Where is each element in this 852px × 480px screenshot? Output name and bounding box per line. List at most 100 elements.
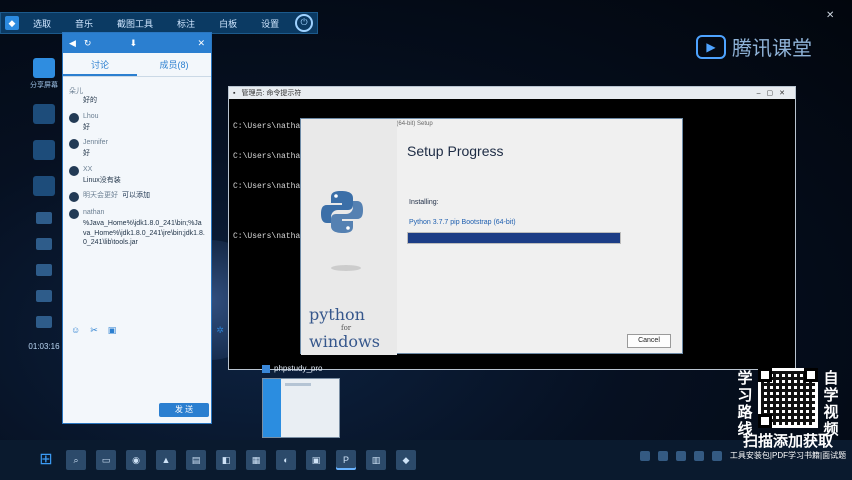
edge-icon[interactable]: ◉ bbox=[126, 450, 146, 470]
phpstudy-preview[interactable] bbox=[262, 378, 340, 438]
message-author: Jennifer bbox=[83, 139, 108, 147]
brand-name: 腾讯课堂 bbox=[732, 38, 812, 60]
promo-subtitle: 工具安装包|PDF学习书籍|面试题 bbox=[724, 450, 852, 461]
toolbar-annotate[interactable]: 标注 bbox=[167, 17, 205, 30]
chat-titlebar: ◀ ↻ ⬇ ✕ bbox=[63, 33, 211, 53]
toolbar-select[interactable]: 选取 bbox=[23, 17, 61, 30]
image-icon[interactable]: ▣ bbox=[108, 325, 117, 336]
scissors-icon[interactable]: ✂ bbox=[90, 325, 98, 336]
rail-button-3[interactable] bbox=[29, 140, 59, 162]
rail-button-2[interactable] bbox=[29, 104, 59, 126]
chat-message: 朵儿 bbox=[69, 87, 205, 96]
video-icon bbox=[33, 176, 55, 196]
message-text: 好 bbox=[83, 123, 90, 131]
cancel-button[interactable]: Cancel bbox=[627, 334, 671, 348]
power-icon[interactable]: ⏻ bbox=[295, 14, 313, 32]
share-screen-button[interactable]: 分享屏幕 bbox=[29, 58, 59, 90]
rail-button-4[interactable] bbox=[29, 176, 59, 198]
send-button[interactable]: 发 送 bbox=[159, 403, 209, 417]
promo-banner: 学习路线 自学视频 扫描添加获取 工具安装包|PDF学习书籍|面试题 bbox=[724, 362, 852, 468]
message-author: 明天会更好 bbox=[83, 192, 118, 200]
chat-messages: 朵儿 好的 Lhou 好 Jennifer 好 XX Linux没有装 明天会更… bbox=[63, 77, 211, 252]
app-icon-6[interactable]: ▣ bbox=[306, 450, 326, 470]
toolbar-music[interactable]: 音乐 bbox=[65, 17, 103, 30]
message-author: 朵儿 bbox=[69, 88, 83, 95]
tencent-classroom-logo: ▶ 腾讯课堂 bbox=[696, 32, 812, 61]
grid-icon[interactable] bbox=[36, 264, 52, 276]
python-for-windows-logo: python for windows bbox=[309, 305, 380, 351]
chat-tabs: 讨论 成员(8) bbox=[63, 53, 211, 77]
setup-detail: Python 3.7.7 pip Bootstrap (64-bit) bbox=[409, 219, 516, 226]
avatar bbox=[69, 139, 79, 150]
avatar bbox=[69, 165, 79, 176]
python-logo-icon bbox=[321, 191, 363, 233]
mic-icon[interactable] bbox=[36, 212, 52, 224]
phpstudy-taskbar-icon[interactable]: P bbox=[336, 450, 356, 470]
message-author: XX bbox=[83, 165, 93, 173]
toolbar-whiteboard[interactable]: 白板 bbox=[209, 17, 247, 30]
back-icon[interactable]: ◀ bbox=[69, 38, 76, 49]
avatar bbox=[69, 112, 79, 123]
share-screen-icon bbox=[33, 58, 55, 78]
app-icon-5[interactable]: ◐ bbox=[276, 450, 296, 470]
message-text: 好 bbox=[83, 150, 90, 158]
preview-label: phpstudy_pro bbox=[274, 364, 323, 373]
message-text: %Java_Home%\jdk1.8.0_241\bin;%Java_Home%… bbox=[83, 220, 205, 247]
windows-start-icon[interactable]: ⊞ bbox=[36, 450, 56, 470]
toolbar-screenshot[interactable]: 截图工具 bbox=[107, 17, 163, 30]
chat-message: Jennifer bbox=[69, 138, 205, 150]
chat-message: Lhou bbox=[69, 112, 205, 123]
toolbar-settings[interactable]: 设置 bbox=[251, 17, 289, 30]
phpstudy-icon bbox=[262, 365, 270, 373]
message-text: Linux没有装 bbox=[83, 176, 121, 184]
tab-members[interactable]: 成员(8) bbox=[137, 53, 211, 76]
share-screen-label: 分享屏幕 bbox=[30, 82, 58, 89]
taskview-icon[interactable]: ▭ bbox=[96, 450, 116, 470]
refresh-icon[interactable]: ↻ bbox=[84, 38, 92, 49]
class-timer: 01:03:16 bbox=[28, 342, 60, 351]
python-taskbar-icon[interactable]: ◆ bbox=[396, 450, 416, 470]
message-author: nathan bbox=[83, 209, 105, 217]
layout-icon[interactable] bbox=[36, 290, 52, 302]
chat-message: XX bbox=[69, 165, 205, 176]
setup-status: Installing: bbox=[409, 199, 439, 206]
setup-heading: Setup Progress bbox=[407, 143, 504, 159]
tray-icon[interactable] bbox=[640, 451, 650, 461]
store-icon[interactable]: ▥ bbox=[366, 450, 386, 470]
app-icon-3[interactable]: ◧ bbox=[216, 450, 236, 470]
chat-message: 明天会更好 可以添加 bbox=[69, 191, 205, 203]
app-icon-4[interactable]: ▦ bbox=[246, 450, 266, 470]
window-controls[interactable]: –▢✕ bbox=[757, 89, 791, 97]
classroom-toolbar: ◆ 选取 音乐 截图工具 标注 白板 设置 ⏻ bbox=[0, 12, 318, 34]
settings-icon[interactable]: ✲ bbox=[216, 325, 224, 336]
overlay-close-icon[interactable]: ✕ bbox=[826, 10, 834, 21]
app-icon-2[interactable]: ▤ bbox=[186, 450, 206, 470]
search-icon[interactable]: ⌕ bbox=[66, 450, 86, 470]
pin-icon[interactable]: ⬇ bbox=[129, 38, 137, 49]
tray-icon[interactable] bbox=[694, 451, 704, 461]
cmd-titlebar: ▪ 管理员: 命令提示符 –▢✕ bbox=[229, 87, 795, 99]
tray-icon[interactable] bbox=[658, 451, 668, 461]
left-rail: 分享屏幕 01:03:16 bbox=[26, 50, 62, 420]
logo-shadow bbox=[331, 265, 361, 271]
python-setup-window: python for windows Python 3.7.7 (64-bit)… bbox=[300, 118, 683, 355]
app-icon-1[interactable]: ▲ bbox=[156, 450, 176, 470]
progress-fill bbox=[408, 233, 620, 243]
message-author: Lhou bbox=[83, 112, 99, 120]
cmd-icon: ▪ bbox=[233, 89, 236, 97]
tray-icon[interactable] bbox=[712, 451, 722, 461]
emoji-icon[interactable]: ☺ bbox=[71, 325, 80, 336]
close-icon[interactable]: ✕ bbox=[197, 38, 205, 49]
tray-icon[interactable] bbox=[676, 451, 686, 461]
avatar bbox=[69, 192, 79, 203]
timer-icon bbox=[36, 316, 52, 328]
app-logo-icon: ◆ bbox=[5, 16, 19, 30]
avatar bbox=[69, 209, 79, 220]
install-progress-bar bbox=[407, 232, 621, 244]
chat-message: nathan bbox=[69, 208, 205, 220]
speaker-icon[interactable] bbox=[36, 238, 52, 250]
play-icon: ▶ bbox=[696, 34, 726, 59]
promo-right-text: 自学视频 bbox=[823, 370, 839, 438]
tab-discussion[interactable]: 讨论 bbox=[63, 53, 137, 76]
document-icon bbox=[33, 104, 55, 124]
